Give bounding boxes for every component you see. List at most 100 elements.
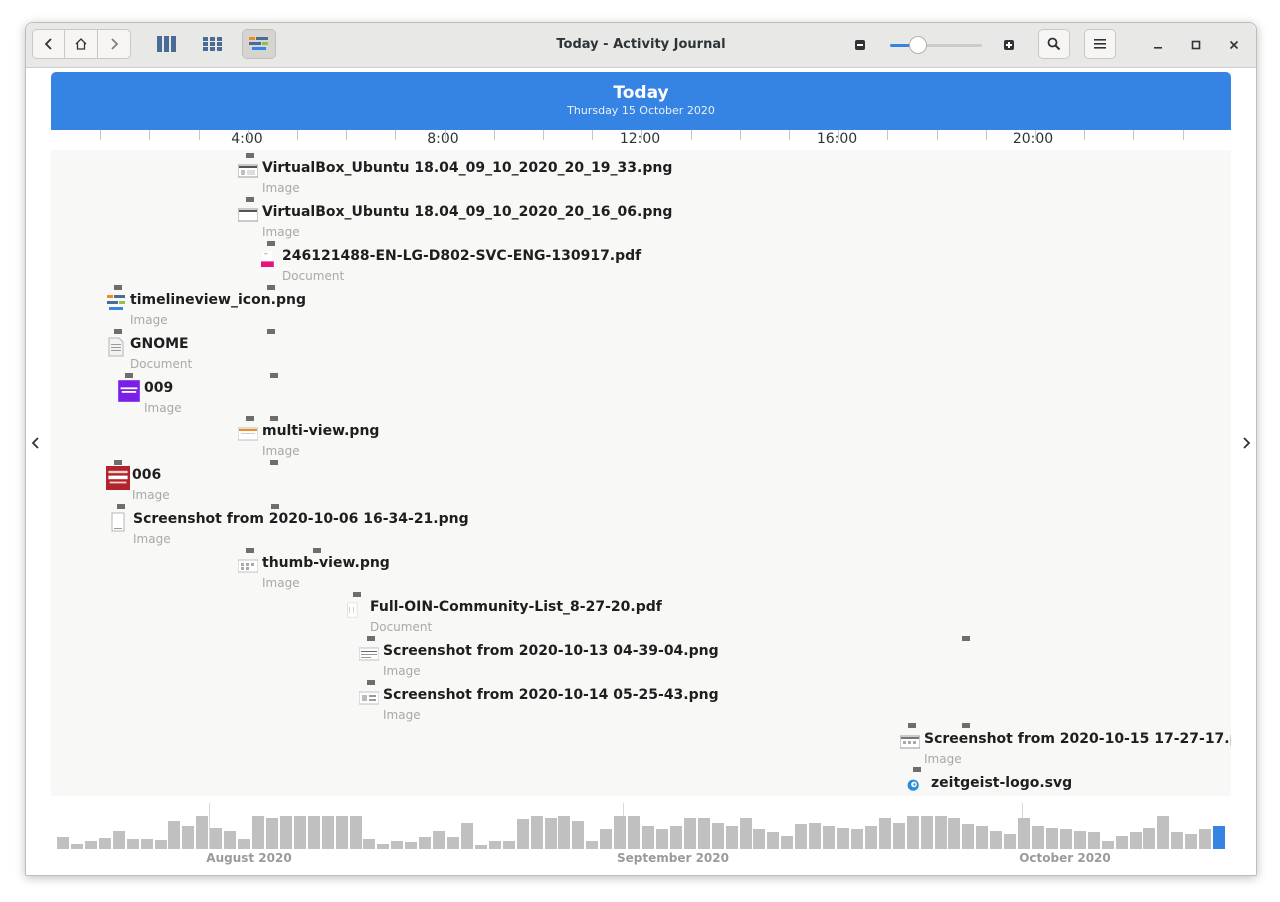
histogram-bar[interactable] (85, 841, 97, 849)
histogram-bar[interactable] (684, 818, 696, 849)
histogram-bar[interactable] (753, 829, 765, 849)
zoom-slider-knob[interactable] (909, 36, 927, 54)
activity-histogram[interactable] (56, 803, 1226, 849)
menu-button[interactable] (1084, 29, 1116, 59)
histogram-bar[interactable] (447, 837, 459, 849)
histogram-bar[interactable] (489, 841, 501, 849)
histogram-bar[interactable] (210, 828, 222, 849)
histogram-bar[interactable] (809, 823, 821, 849)
histogram-bar[interactable] (238, 839, 250, 849)
histogram-bar[interactable] (224, 831, 236, 849)
histogram-bar[interactable] (740, 818, 752, 849)
histogram-bar[interactable] (141, 839, 153, 849)
histogram-bar[interactable] (1171, 832, 1183, 849)
home-button[interactable] (65, 30, 98, 58)
histogram-bar[interactable] (113, 831, 125, 849)
forward-button[interactable] (98, 30, 130, 58)
histogram-bar[interactable] (990, 831, 1002, 849)
multi-view-button[interactable] (150, 29, 184, 59)
zoom-in-button[interactable] (1004, 40, 1014, 50)
maximize-button[interactable] (1187, 36, 1205, 54)
previous-day-button[interactable] (28, 433, 44, 453)
histogram-bar[interactable] (1046, 828, 1058, 849)
histogram-bar[interactable] (656, 829, 668, 849)
histogram-bar[interactable] (531, 816, 543, 849)
histogram-bar[interactable] (837, 828, 849, 849)
histogram-bar[interactable] (586, 841, 598, 849)
histogram-bar[interactable] (433, 831, 445, 849)
histogram-bar[interactable] (907, 816, 919, 849)
close-button[interactable] (1225, 36, 1243, 54)
histogram-bar[interactable] (1143, 828, 1155, 849)
histogram-bar[interactable] (976, 826, 988, 849)
histogram-bar[interactable] (57, 837, 69, 849)
histogram-bar[interactable] (767, 832, 779, 849)
timeline-view-button[interactable] (242, 29, 276, 59)
minimize-button[interactable] (1149, 36, 1167, 54)
timeline-view[interactable]: VirtualBox_Ubuntu 18.04_09_10_2020_20_19… (51, 150, 1231, 796)
histogram-bar[interactable] (252, 816, 264, 849)
histogram-bar[interactable] (1018, 818, 1030, 849)
histogram-bar[interactable] (726, 826, 738, 849)
zoom-slider[interactable] (890, 36, 982, 54)
histogram-bar[interactable] (1213, 826, 1225, 849)
histogram-bar[interactable] (1032, 826, 1044, 849)
histogram-bar[interactable] (127, 839, 139, 849)
histogram-bar[interactable] (196, 816, 208, 849)
histogram-bar[interactable] (1102, 841, 1114, 849)
histogram-bar[interactable] (461, 823, 473, 849)
histogram-bar[interactable] (350, 816, 362, 849)
histogram-bar[interactable] (168, 821, 180, 849)
histogram-bar[interactable] (336, 816, 348, 849)
histogram-bar[interactable] (851, 829, 863, 849)
histogram-bar[interactable] (545, 818, 557, 849)
histogram-bar[interactable] (558, 816, 570, 849)
histogram-bar[interactable] (363, 839, 375, 849)
histogram-bar[interactable] (155, 840, 167, 849)
histogram-bar[interactable] (962, 824, 974, 849)
histogram-bar[interactable] (823, 826, 835, 849)
histogram-bar[interactable] (266, 818, 278, 849)
histogram-bar[interactable] (294, 816, 306, 849)
thumb-view-button[interactable] (196, 29, 230, 59)
back-button[interactable] (33, 30, 66, 58)
histogram-bar[interactable] (879, 818, 891, 849)
histogram-bar[interactable] (935, 816, 947, 849)
histogram-bar[interactable] (419, 837, 431, 849)
histogram-bar[interactable] (71, 844, 83, 849)
histogram-bar[interactable] (614, 816, 626, 849)
zoom-out-button[interactable] (855, 40, 865, 50)
histogram-bar[interactable] (1116, 836, 1128, 849)
histogram-bar[interactable] (1004, 834, 1016, 849)
histogram-bar[interactable] (99, 838, 111, 849)
histogram-bar[interactable] (1130, 832, 1142, 849)
histogram-bar[interactable] (712, 823, 724, 849)
histogram-bar[interactable] (517, 819, 529, 849)
histogram-bar[interactable] (377, 844, 389, 849)
histogram-bar[interactable] (1185, 834, 1197, 849)
histogram-bar[interactable] (1074, 831, 1086, 849)
histogram-bar[interactable] (893, 823, 905, 849)
next-day-button[interactable] (1238, 433, 1254, 453)
histogram-bar[interactable] (795, 824, 807, 849)
histogram-bar[interactable] (280, 816, 292, 849)
histogram-bar[interactable] (322, 816, 334, 849)
histogram-bar[interactable] (642, 826, 654, 849)
histogram-bar[interactable] (628, 816, 640, 849)
histogram-bar[interactable] (1157, 816, 1169, 849)
search-button[interactable] (1038, 29, 1070, 59)
histogram-bar[interactable] (503, 841, 515, 849)
histogram-bar[interactable] (405, 842, 417, 849)
histogram-bar[interactable] (1088, 832, 1100, 849)
histogram-bar[interactable] (475, 845, 487, 849)
histogram-bar[interactable] (1060, 829, 1072, 849)
histogram-bar[interactable] (698, 818, 710, 849)
histogram-bar[interactable] (921, 816, 933, 849)
histogram-bar[interactable] (572, 821, 584, 849)
histogram-bar[interactable] (670, 826, 682, 849)
histogram-bar[interactable] (1199, 829, 1211, 849)
histogram-bar[interactable] (308, 816, 320, 849)
histogram-bar[interactable] (865, 826, 877, 849)
histogram-bar[interactable] (948, 818, 960, 849)
histogram-bar[interactable] (781, 836, 793, 849)
